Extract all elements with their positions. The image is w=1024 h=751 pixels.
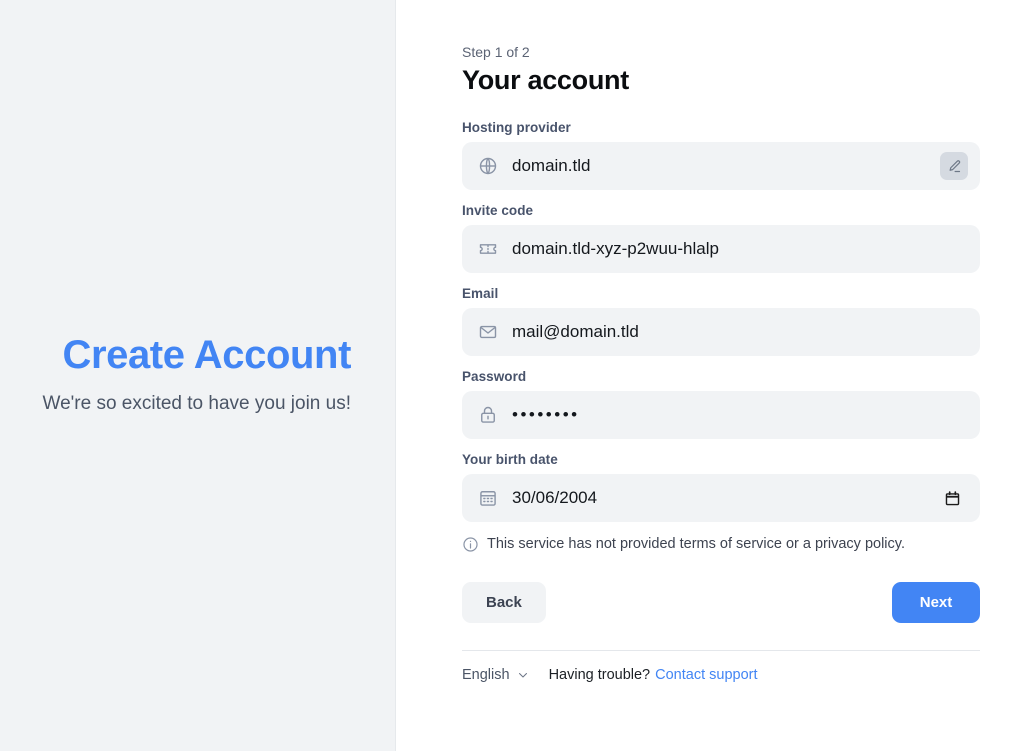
invite-code-value: domain.tld-xyz-p2wuu-hlalp bbox=[512, 239, 968, 259]
terms-notice: This service has not provided terms of s… bbox=[462, 535, 980, 554]
field-label-email: Email bbox=[462, 286, 980, 301]
globe-icon bbox=[478, 156, 498, 176]
birth-date-input[interactable]: 30/06/2004 bbox=[462, 474, 980, 522]
form-footer: English Having trouble? Contact support bbox=[462, 650, 980, 683]
chevron-down-icon bbox=[517, 669, 529, 681]
form-container: Step 1 of 2 Your account Hosting provide… bbox=[462, 44, 980, 683]
field-password: Password •••••••• bbox=[462, 369, 980, 439]
calendar-picker-icon[interactable] bbox=[942, 488, 962, 508]
field-hosting-provider: Hosting provider domain.tld bbox=[462, 120, 980, 190]
email-value: mail@domain.tld bbox=[512, 322, 968, 342]
hosting-provider-value: domain.tld bbox=[512, 156, 932, 176]
contact-support-link[interactable]: Contact support bbox=[655, 667, 757, 683]
field-label-birth-date: Your birth date bbox=[462, 452, 980, 467]
language-label: English bbox=[462, 667, 510, 683]
field-label-password: Password bbox=[462, 369, 980, 384]
ticket-icon bbox=[478, 239, 498, 259]
password-value: •••••••• bbox=[512, 405, 968, 425]
page-title: Your account bbox=[462, 65, 980, 96]
lock-icon bbox=[478, 405, 498, 425]
invite-code-input[interactable]: domain.tld-xyz-p2wuu-hlalp bbox=[462, 225, 980, 273]
info-icon bbox=[462, 536, 479, 553]
calendar-icon bbox=[478, 488, 498, 508]
language-selector[interactable]: English bbox=[462, 667, 529, 683]
form-actions: Back Next bbox=[462, 582, 980, 623]
mail-icon bbox=[478, 322, 498, 342]
field-label-invite-code: Invite code bbox=[462, 203, 980, 218]
back-button[interactable]: Back bbox=[462, 582, 546, 623]
brand-title: Create Account bbox=[30, 333, 351, 378]
signup-form-panel: Step 1 of 2 Your account Hosting provide… bbox=[396, 0, 1024, 751]
step-indicator: Step 1 of 2 bbox=[462, 44, 980, 60]
field-email: Email mail@domain.tld bbox=[462, 286, 980, 356]
branding-panel: Create Account We're so excited to have … bbox=[0, 0, 396, 751]
edit-icon[interactable] bbox=[940, 152, 968, 180]
help-text: Having trouble? bbox=[549, 667, 651, 683]
hosting-provider-input[interactable]: domain.tld bbox=[462, 142, 980, 190]
email-input[interactable]: mail@domain.tld bbox=[462, 308, 980, 356]
field-label-hosting-provider: Hosting provider bbox=[462, 120, 980, 135]
field-birth-date: Your birth date 30/06/2004 bbox=[462, 452, 980, 522]
next-button[interactable]: Next bbox=[892, 582, 980, 623]
password-input[interactable]: •••••••• bbox=[462, 391, 980, 439]
terms-notice-text: This service has not provided terms of s… bbox=[487, 535, 905, 554]
field-invite-code: Invite code domain.tld-xyz-p2wuu-hlalp bbox=[462, 203, 980, 273]
birth-date-value: 30/06/2004 bbox=[512, 488, 934, 508]
brand-subtitle: We're so excited to have you join us! bbox=[30, 391, 351, 418]
